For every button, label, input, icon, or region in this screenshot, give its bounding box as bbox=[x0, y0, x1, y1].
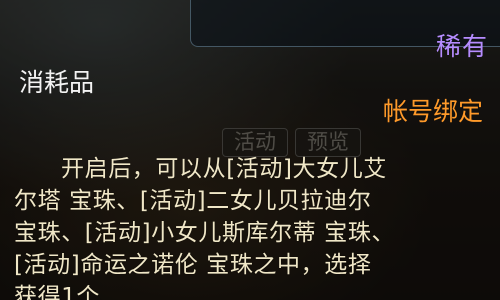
description-line: 尔塔 宝珠、[活动]二女儿贝拉迪尔 bbox=[14, 188, 372, 214]
description-line: 开启后，可以从[活动]大女儿艾 bbox=[61, 156, 387, 182]
description-line: 宝珠、[活动]小女儿斯库尔蒂 宝珠、 bbox=[14, 220, 396, 246]
item-type: 消耗品 bbox=[19, 68, 95, 97]
item-tooltip: 稀有 消耗品 帐号绑定 活动 预览 开启后，可以从[活动]大女儿艾 尔塔 宝珠、… bbox=[0, 0, 500, 300]
binding-label: 帐号绑定 bbox=[383, 97, 484, 126]
rarity-label: 稀有 bbox=[436, 32, 489, 61]
item-description: 开启后，可以从[活动]大女儿艾 尔塔 宝珠、[活动]二女儿贝拉迪尔 宝珠、[活动… bbox=[14, 153, 484, 300]
description-line: [活动]命运之诺伦 宝珠之中，选择 bbox=[14, 252, 372, 278]
description-line: 获得1个 bbox=[14, 284, 101, 300]
